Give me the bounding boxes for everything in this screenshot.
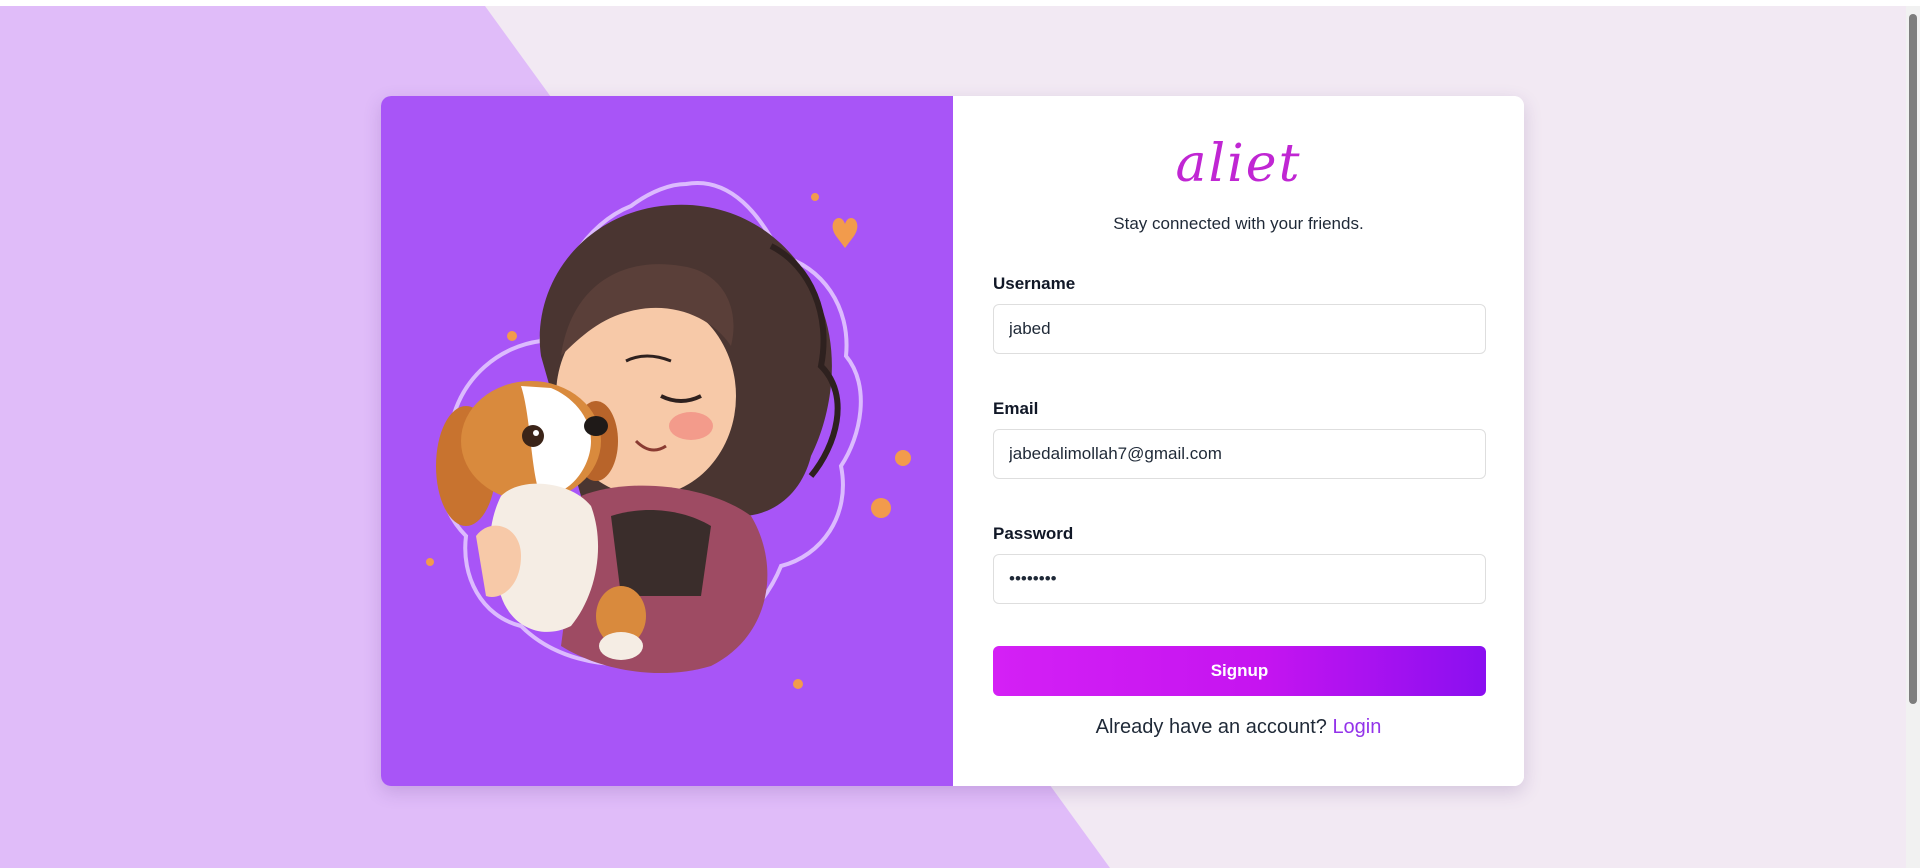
login-prompt: Already have an account? Login bbox=[953, 716, 1524, 739]
username-label: Username bbox=[993, 274, 1076, 293]
login-prompt-text: Already have an account? bbox=[1095, 716, 1333, 738]
email-label: Email bbox=[993, 399, 1039, 418]
password-input[interactable] bbox=[993, 554, 1486, 604]
scrollbar-thumb[interactable] bbox=[1909, 14, 1917, 704]
app-logo: aliet bbox=[1175, 134, 1302, 194]
signup-card: aliet Stay connected with your friends. … bbox=[381, 96, 1524, 786]
username-input[interactable] bbox=[993, 304, 1486, 354]
signup-button[interactable]: Signup bbox=[993, 646, 1486, 696]
email-input[interactable] bbox=[993, 429, 1486, 479]
tagline: Stay connected with your friends. bbox=[1113, 214, 1364, 233]
login-link[interactable]: Login bbox=[1332, 716, 1381, 738]
signup-form-panel: aliet Stay connected with your friends. … bbox=[953, 96, 1524, 786]
password-label: Password bbox=[993, 524, 1074, 543]
girl-hugging-puppy-illustration bbox=[426, 180, 911, 689]
illustration-panel bbox=[381, 96, 953, 786]
page-background: aliet Stay connected with your friends. … bbox=[0, 6, 1906, 868]
page-scrollbar[interactable] bbox=[1906, 6, 1920, 868]
